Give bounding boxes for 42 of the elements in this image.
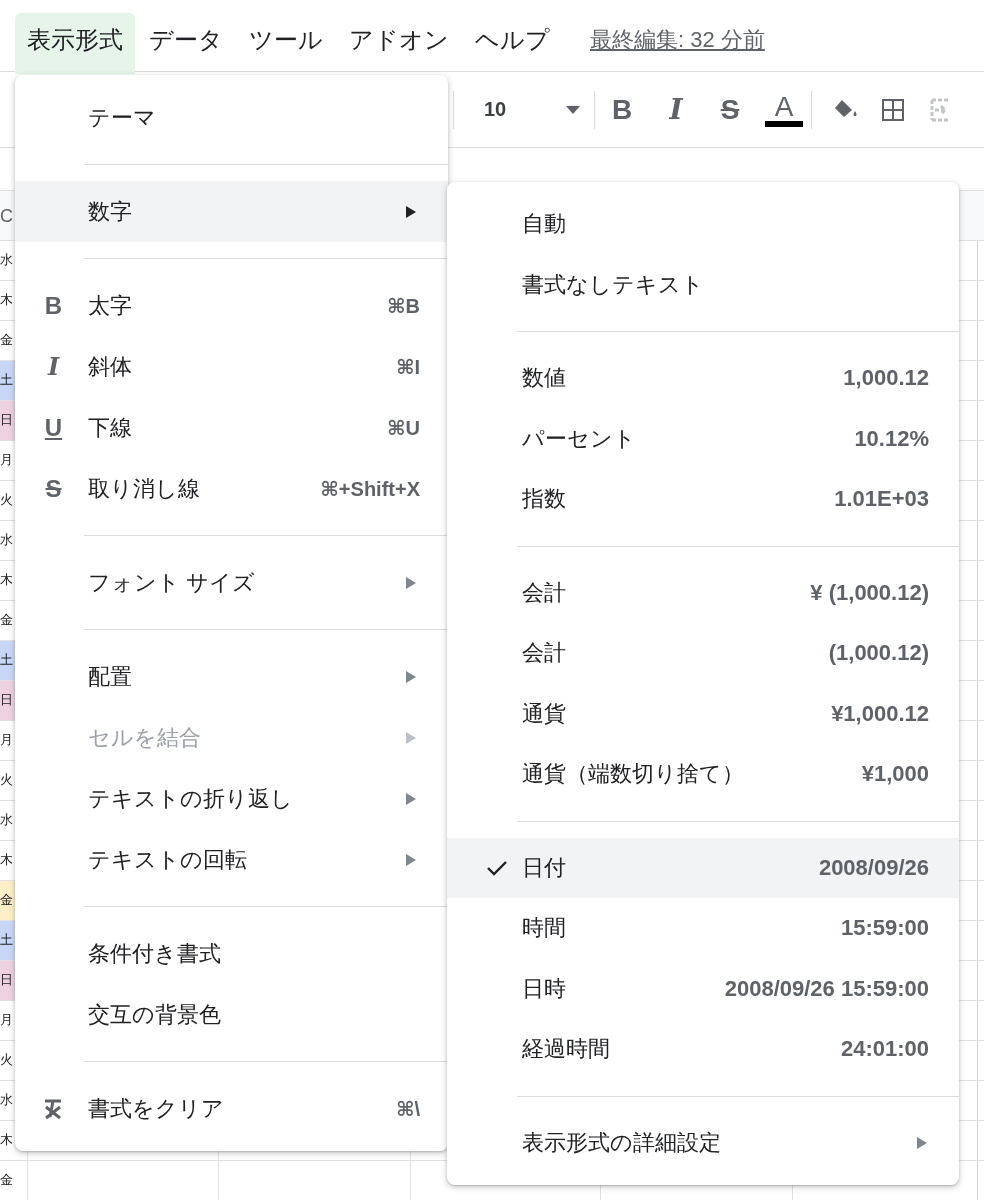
menu-item[interactable]: 自動	[447, 194, 959, 255]
menu-item[interactable]: 日付 2008/09/26	[447, 837, 959, 898]
merge-cells-icon[interactable]	[930, 96, 948, 123]
submenu-arrow-icon	[406, 576, 416, 589]
menu-item[interactable]: 日時 2008/09/26 15:59:00	[447, 958, 959, 1019]
bold-button[interactable]: B	[595, 93, 649, 126]
menu-item[interactable]: アドオン	[337, 13, 461, 71]
menu-item[interactable]: 会計 ¥ (1,000.12)	[447, 562, 959, 623]
menu-item[interactable]: 時間 15:59:00	[447, 898, 959, 959]
underline-icon: U	[44, 413, 63, 442]
menu-item[interactable]: 指数 1.01E+03	[447, 469, 959, 530]
text-color-button[interactable]: A	[765, 92, 803, 127]
menu-item[interactable]: ツール	[237, 13, 335, 71]
submenu-arrow-icon	[406, 853, 416, 866]
menu-item[interactable]: パーセント 10.12%	[447, 408, 959, 469]
caret-icon	[566, 105, 580, 114]
submenu-arrow-icon	[406, 670, 416, 683]
submenu-arrow-icon	[406, 731, 416, 744]
menu-item[interactable]: テーマ	[15, 87, 448, 148]
bold-icon: B	[44, 291, 63, 320]
last-edit-link[interactable]: 最終編集: 32 分前	[590, 25, 765, 55]
menu-item[interactable]: 会計 (1,000.12)	[447, 623, 959, 684]
menu-item[interactable]: 表示形式	[15, 13, 135, 74]
menu-item[interactable]: 表示形式の詳細設定	[447, 1112, 959, 1173]
italic-button[interactable]: I	[649, 93, 703, 126]
italic-icon: I	[47, 352, 60, 381]
table-cell: 金	[0, 1161, 28, 1200]
strike-button[interactable]: S	[703, 93, 757, 126]
menu-item[interactable]: 通貨 ¥1,000.12	[447, 683, 959, 744]
menu-item[interactable]: 経過時間 24:01:00	[447, 1019, 959, 1080]
strike-icon: S	[45, 474, 62, 503]
menu-item[interactable]: データ	[137, 13, 235, 71]
menu-item[interactable]: 数値 1,000.12	[447, 348, 959, 409]
submenu-arrow-icon	[406, 205, 416, 218]
font-size-dropdown[interactable]: 10	[454, 98, 594, 121]
borders-icon[interactable]	[880, 96, 906, 123]
menu-item[interactable]: 通貨（端数切り捨て） ¥1,000	[447, 744, 959, 805]
menu-item[interactable]: 書式なしテキスト	[447, 254, 959, 315]
menu-item[interactable]: 数字	[15, 181, 448, 242]
submenu-arrow-icon	[917, 1136, 927, 1149]
submenu-arrow-icon	[406, 792, 416, 805]
menu-item[interactable]: ヘルプ	[463, 13, 562, 71]
